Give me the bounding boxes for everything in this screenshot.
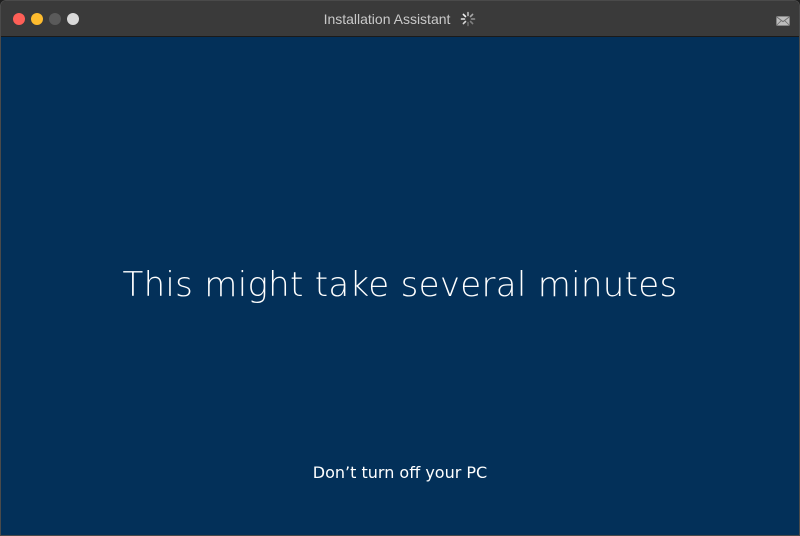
power-warning: Don’t turn off your PC	[312, 463, 488, 482]
progress-headline: This might take several minutes	[122, 265, 678, 305]
installation-assistant-window: Installation Assistant This might take s…	[0, 0, 800, 536]
title-bar[interactable]: Installation Assistant	[1, 1, 799, 37]
title-area: Installation Assistant	[1, 1, 799, 37]
setup-screen: This might take several minutes Don’t tu…	[1, 37, 799, 535]
mail-icon[interactable]	[776, 13, 790, 26]
window-title: Installation Assistant	[323, 11, 451, 27]
spinner-icon	[460, 11, 476, 27]
